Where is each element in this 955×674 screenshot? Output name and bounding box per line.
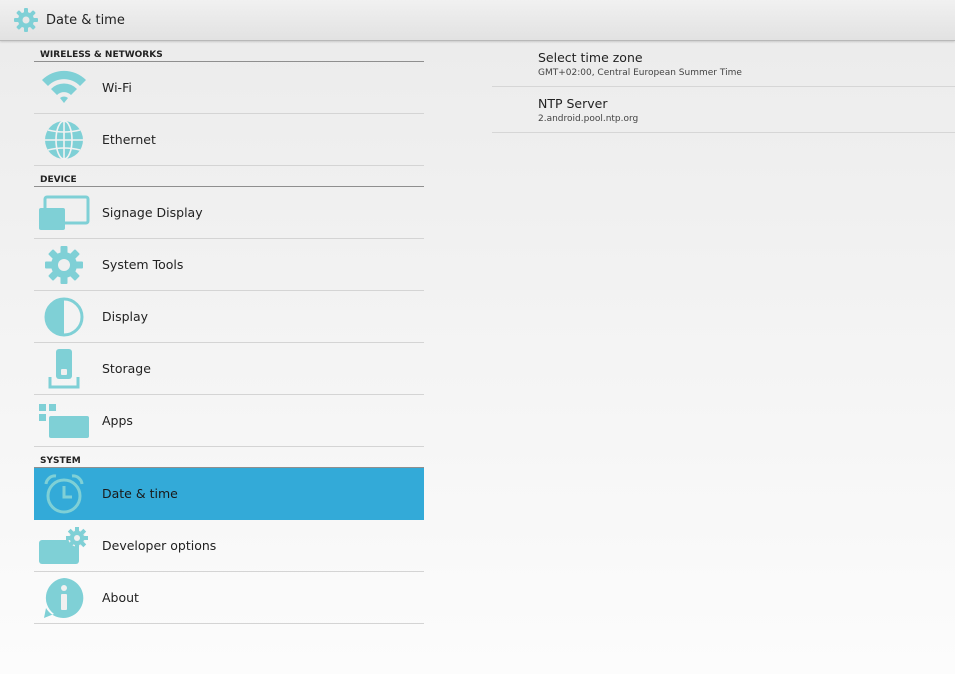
sidebar-item-developer-options[interactable]: Developer options — [34, 520, 424, 572]
gear-icon[interactable] — [12, 6, 40, 34]
category-header-wireless: WIRELESS & NETWORKS — [34, 41, 424, 62]
gear-icon — [34, 239, 94, 291]
ntp-server-preference[interactable]: NTP Server 2.android.pool.ntp.org — [492, 87, 955, 133]
sidebar-item-display[interactable]: Display — [34, 291, 424, 343]
sidebar-item-storage[interactable]: Storage — [34, 343, 424, 395]
sidebar-item-about[interactable]: About — [34, 572, 424, 624]
sidebar-item-ethernet[interactable]: Ethernet — [34, 114, 424, 166]
sidebar-item-label: Apps — [102, 413, 133, 428]
sidebar-item-apps[interactable]: Apps — [34, 395, 424, 447]
action-bar: Date & time — [0, 0, 955, 41]
display-screen-icon — [34, 187, 94, 239]
sidebar-item-label: Developer options — [102, 538, 217, 553]
sidebar-item-label: About — [102, 590, 139, 605]
preference-title: NTP Server — [538, 95, 608, 111]
sidebar-item-system-tools[interactable]: System Tools — [34, 239, 424, 291]
sidebar-item-label: Ethernet — [102, 132, 156, 147]
sidebar-item-label: System Tools — [102, 257, 184, 272]
detail-pane: Select time zone GMT+02:00, Central Euro… — [492, 41, 955, 133]
category-header-system: SYSTEM — [34, 447, 424, 468]
sidebar-item-label: Signage Display — [102, 205, 203, 220]
sidebar-item-date-time[interactable]: Date & time — [34, 468, 424, 520]
select-time-zone-preference[interactable]: Select time zone GMT+02:00, Central Euro… — [492, 41, 955, 87]
sidebar-item-label: Display — [102, 309, 149, 324]
sidebar-item-label: Storage — [102, 361, 151, 376]
developer-gear-icon — [34, 520, 94, 572]
apps-icon — [34, 395, 94, 447]
globe-icon — [34, 114, 94, 166]
sidebar-item-wifi[interactable]: Wi-Fi — [34, 62, 424, 114]
preference-summary: GMT+02:00, Central European Summer Time — [538, 67, 742, 78]
brightness-icon — [34, 291, 94, 343]
sidebar-item-signage-display[interactable]: Signage Display — [34, 187, 424, 239]
page-title: Date & time — [46, 12, 125, 28]
preference-summary: 2.android.pool.ntp.org — [538, 113, 639, 124]
info-icon — [34, 572, 94, 624]
storage-icon — [34, 343, 94, 395]
wifi-icon — [34, 62, 94, 114]
clock-icon — [34, 468, 94, 520]
sidebar-item-label: Date & time — [102, 486, 178, 501]
sidebar-item-label: Wi-Fi — [102, 80, 132, 95]
settings-sidebar: WIRELESS & NETWORKS Wi-Fi Ethernet DEVIC… — [34, 41, 424, 624]
preference-title: Select time zone — [538, 49, 643, 65]
category-header-device: DEVICE — [34, 166, 424, 187]
